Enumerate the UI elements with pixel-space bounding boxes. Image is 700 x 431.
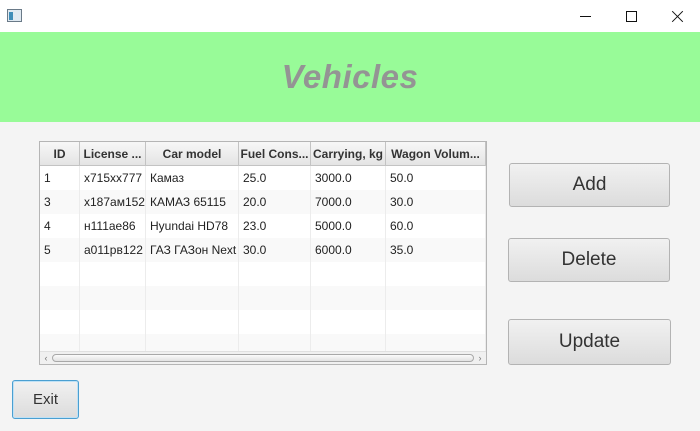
title-bar (0, 0, 700, 32)
empty-row (40, 262, 486, 286)
app-icon (7, 9, 22, 22)
add-button[interactable]: Add (509, 163, 670, 207)
empty-cell (386, 310, 486, 334)
empty-cell (40, 310, 80, 334)
minimize-button[interactable] (562, 0, 608, 32)
cell-wagon-volume: 50.0 (386, 166, 486, 190)
empty-cell (239, 310, 311, 334)
empty-cell (40, 286, 80, 310)
delete-button[interactable]: Delete (508, 238, 670, 282)
column-header-license[interactable]: License ... (80, 142, 146, 166)
scroll-right-icon[interactable]: › (474, 352, 486, 364)
cell-wagon-volume: 35.0 (386, 238, 486, 262)
cell-fuel-consumption: 20.0 (239, 190, 311, 214)
cell-wagon-volume: 30.0 (386, 190, 486, 214)
empty-cell (311, 286, 386, 310)
column-header-fuel-consumption[interactable]: Fuel Cons... (239, 142, 311, 166)
empty-cell (239, 262, 311, 286)
cell-id: 1 (40, 166, 80, 190)
empty-cell (311, 310, 386, 334)
empty-cell (80, 310, 146, 334)
horizontal-scrollbar[interactable]: ‹ › (40, 351, 486, 364)
exit-button[interactable]: Exit (12, 380, 79, 419)
update-button[interactable]: Update (508, 319, 671, 365)
table-row[interactable]: 1 х715хх777 Камаз 25.0 3000.0 50.0 (40, 166, 486, 190)
vehicles-table[interactable]: ID License ... Car model Fuel Cons... Ca… (39, 141, 487, 365)
cell-license: х187ам152 (80, 190, 146, 214)
empty-cell (80, 286, 146, 310)
cell-carrying: 3000.0 (311, 166, 386, 190)
empty-cell (146, 286, 239, 310)
scrollbar-thumb[interactable] (52, 354, 474, 362)
cell-carrying: 7000.0 (311, 190, 386, 214)
empty-row (40, 286, 486, 310)
cell-id: 5 (40, 238, 80, 262)
cell-car-model: Hyundai HD78 (146, 214, 239, 238)
empty-cell (311, 262, 386, 286)
maximize-button[interactable] (608, 0, 654, 32)
column-header-carrying[interactable]: Carrying, kg (311, 142, 386, 166)
cell-license: х715хх777 (80, 166, 146, 190)
scroll-left-icon[interactable]: ‹ (40, 352, 52, 364)
empty-cell (386, 286, 486, 310)
empty-row (40, 310, 486, 334)
empty-cell (80, 262, 146, 286)
header-banner: Vehicles (0, 32, 700, 122)
empty-cell (40, 262, 80, 286)
cell-fuel-consumption: 30.0 (239, 238, 311, 262)
close-icon (671, 10, 684, 23)
column-header-id[interactable]: ID (40, 142, 80, 166)
cell-car-model: ГАЗ ГАЗон Next (146, 238, 239, 262)
cell-id: 4 (40, 214, 80, 238)
table-header: ID License ... Car model Fuel Cons... Ca… (40, 142, 486, 166)
cell-license: н111ае86 (80, 214, 146, 238)
empty-cell (239, 286, 311, 310)
table-row[interactable]: 3 х187ам152 КАМАЗ 65115 20.0 7000.0 30.0 (40, 190, 486, 214)
page-title: Vehicles (281, 58, 419, 95)
table-row[interactable]: 4 н111ае86 Hyundai HD78 23.0 5000.0 60.0 (40, 214, 486, 238)
cell-wagon-volume: 60.0 (386, 214, 486, 238)
column-header-car-model[interactable]: Car model (146, 142, 239, 166)
table-row[interactable]: 5 а011рв122 ГАЗ ГАЗон Next 30.0 6000.0 3… (40, 238, 486, 262)
cell-carrying: 5000.0 (311, 214, 386, 238)
column-header-wagon-volume[interactable]: Wagon Volum... (386, 142, 486, 166)
table-body: 1 х715хх777 Камаз 25.0 3000.0 50.0 3 х18… (40, 166, 486, 358)
empty-cell (146, 262, 239, 286)
close-button[interactable] (654, 0, 700, 32)
cell-car-model: Камаз (146, 166, 239, 190)
cell-id: 3 (40, 190, 80, 214)
cell-license: а011рв122 (80, 238, 146, 262)
cell-carrying: 6000.0 (311, 238, 386, 262)
maximize-icon (625, 10, 637, 22)
minimize-icon (579, 15, 591, 17)
cell-car-model: КАМАЗ 65115 (146, 190, 239, 214)
cell-fuel-consumption: 25.0 (239, 166, 311, 190)
empty-cell (386, 262, 486, 286)
empty-cell (146, 310, 239, 334)
cell-fuel-consumption: 23.0 (239, 214, 311, 238)
